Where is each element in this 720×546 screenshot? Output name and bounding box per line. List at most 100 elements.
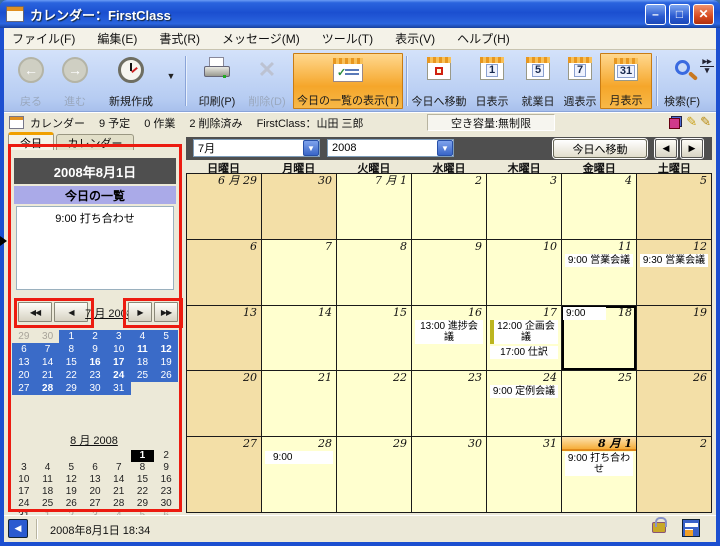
mini-day[interactable]: 7 bbox=[107, 462, 131, 474]
mini-day[interactable]: 22 bbox=[59, 369, 83, 382]
calendar-cell[interactable]: 22 bbox=[337, 371, 412, 437]
mini-day[interactable]: 23 bbox=[154, 486, 178, 498]
close-button[interactable]: ✕ bbox=[693, 4, 714, 25]
signature-pencil-icon[interactable]: ✎ bbox=[700, 114, 711, 130]
calendar-cell[interactable]: 129:30 営業会議 bbox=[637, 240, 711, 306]
mini-day[interactable]: 30 bbox=[36, 330, 60, 343]
mini-day[interactable]: 29 bbox=[131, 498, 155, 510]
mini-day[interactable]: 27 bbox=[83, 498, 107, 510]
mini-day[interactable]: 17 bbox=[107, 356, 131, 369]
pages-icon[interactable] bbox=[669, 116, 682, 129]
calendar-cell[interactable]: 26 bbox=[637, 371, 711, 437]
calendar-cell[interactable]: 8 bbox=[337, 240, 412, 306]
mini-day[interactable]: 28 bbox=[36, 382, 60, 395]
work-days-button[interactable]: 5 就業日 bbox=[516, 53, 560, 109]
mini-day[interactable]: 7 bbox=[36, 343, 60, 356]
tab-calendar[interactable]: カレンダー bbox=[56, 134, 134, 150]
calendar-cell[interactable]: 14 bbox=[262, 306, 337, 372]
event[interactable]: 12:00 企画会議 bbox=[490, 320, 558, 344]
mini-day[interactable]: 18 bbox=[36, 486, 60, 498]
mini-day[interactable]: 19 bbox=[154, 356, 178, 369]
maximize-button[interactable]: □ bbox=[669, 4, 690, 25]
mini-day[interactable]: 9 bbox=[154, 462, 178, 474]
mini-day[interactable]: 11 bbox=[36, 474, 60, 486]
calendar-cell[interactable]: 30 bbox=[262, 174, 337, 240]
mini-day[interactable]: 15 bbox=[59, 356, 83, 369]
new-document-button[interactable]: 新規作成 bbox=[100, 53, 162, 109]
menu-item[interactable]: ツール(T) bbox=[322, 30, 373, 47]
mini-day[interactable]: 24 bbox=[107, 369, 131, 382]
mini-day[interactable]: 15 bbox=[131, 474, 155, 486]
mini-day[interactable]: 26 bbox=[154, 369, 178, 382]
calendar-cell[interactable]: 9 bbox=[412, 240, 487, 306]
mini-prev-year-button[interactable]: ◀◀ bbox=[18, 302, 52, 322]
event[interactable]: 9:00 定例会議 bbox=[490, 385, 558, 398]
mini-day[interactable]: 16 bbox=[154, 474, 178, 486]
tab-today[interactable]: 今日 bbox=[8, 132, 54, 150]
event[interactable]: 9:00 打ち合わせ bbox=[565, 452, 633, 476]
event[interactable]: 9:00 bbox=[563, 307, 606, 320]
panel-toggle-icon[interactable]: ◀ bbox=[8, 519, 28, 538]
mini-day[interactable]: 4 bbox=[131, 330, 155, 343]
calendar-cell[interactable]: 4 bbox=[562, 174, 637, 240]
calendar-cell[interactable]: 1613:00 進捗会議 bbox=[412, 306, 487, 372]
mini-day[interactable]: 29 bbox=[59, 382, 83, 395]
mini-day[interactable]: 22 bbox=[131, 486, 155, 498]
month-view-button[interactable]: 31 月表示 bbox=[600, 53, 652, 109]
mini-day[interactable]: 1 bbox=[131, 450, 155, 462]
toolbar-overflow-chevron[interactable]: ▸▸▾ bbox=[700, 58, 714, 74]
mini-day[interactable]: 11 bbox=[131, 343, 155, 356]
mini-day[interactable]: 5 bbox=[154, 330, 178, 343]
calendar-cell[interactable]: 25 bbox=[562, 371, 637, 437]
mini-day[interactable]: 14 bbox=[36, 356, 60, 369]
mini-day[interactable]: 23 bbox=[83, 369, 107, 382]
calendar-cell[interactable]: 21 bbox=[262, 371, 337, 437]
menu-item[interactable]: ファイル(F) bbox=[12, 30, 75, 47]
mini-day[interactable]: 2 bbox=[154, 450, 178, 462]
today-list-button[interactable]: ✓ 今日の一覧の表示(T) bbox=[293, 53, 403, 109]
today-event-list[interactable]: 9:00 打ち合わせ bbox=[16, 206, 174, 290]
back-button[interactable]: ← 戻る bbox=[10, 53, 52, 109]
event[interactable]: 13:00 進捗会議 bbox=[415, 320, 483, 344]
panel-collapse-arrow-icon[interactable] bbox=[0, 236, 7, 246]
mini-day[interactable]: 5 bbox=[59, 462, 83, 474]
calendar-cell[interactable]: 23 bbox=[412, 371, 487, 437]
event[interactable]: 9:00 bbox=[265, 451, 333, 464]
title-bar[interactable]: カレンダー：FirstClass – □ ✕ bbox=[0, 0, 720, 28]
mini-day[interactable]: 16 bbox=[83, 356, 107, 369]
mini-day[interactable]: 21 bbox=[36, 369, 60, 382]
mini-day[interactable]: 19 bbox=[59, 486, 83, 498]
mini-day[interactable]: 17 bbox=[12, 486, 36, 498]
print-button[interactable]: 印刷(P) bbox=[192, 53, 242, 109]
mini-day[interactable]: 28 bbox=[107, 498, 131, 510]
calendar-cell[interactable]: 2 bbox=[412, 174, 487, 240]
prev-month-button[interactable]: ◀ bbox=[655, 139, 677, 158]
mini-day[interactable]: 27 bbox=[12, 382, 36, 395]
calendar-cell[interactable]: 13 bbox=[187, 306, 262, 372]
calendar-cell[interactable]: 8 月 19:00 打ち合わせ bbox=[562, 437, 637, 512]
calendar-cell[interactable]: 29 bbox=[337, 437, 412, 512]
event[interactable]: 9:00 営業会議 bbox=[565, 254, 633, 267]
event[interactable]: 17:00 仕訳 bbox=[490, 346, 558, 359]
mini-day[interactable]: 6 bbox=[83, 462, 107, 474]
search-button[interactable]: 検索(F) bbox=[660, 53, 704, 109]
minimize-button[interactable]: – bbox=[645, 4, 666, 25]
calendar-cell[interactable]: 249:00 定例会議 bbox=[487, 371, 562, 437]
chevron-down-icon[interactable]: ▼ bbox=[437, 140, 453, 156]
pencil-icon[interactable]: ✎ bbox=[686, 114, 697, 130]
event[interactable]: 9:30 営業会議 bbox=[640, 254, 708, 267]
new-document-dropdown[interactable]: ▼ bbox=[162, 53, 178, 109]
delete-button[interactable]: ✕ 削除(D) bbox=[244, 53, 290, 109]
mini-day[interactable]: 2 bbox=[83, 330, 107, 343]
calendar-cell[interactable]: 189:00 bbox=[562, 306, 637, 372]
calendar-cell[interactable]: 1712:00 企画会議17:00 仕訳 bbox=[487, 306, 562, 372]
calendar-cell[interactable]: 7 bbox=[262, 240, 337, 306]
mini-day[interactable]: 20 bbox=[12, 369, 36, 382]
mini-day[interactable]: 3 bbox=[107, 330, 131, 343]
mini-day[interactable]: 21 bbox=[107, 486, 131, 498]
mini-day[interactable]: 29 bbox=[12, 330, 36, 343]
calendar-cell[interactable]: 2 bbox=[637, 437, 711, 512]
mini-day[interactable]: 9 bbox=[83, 343, 107, 356]
mini-day[interactable]: 20 bbox=[83, 486, 107, 498]
mini-day[interactable]: 10 bbox=[12, 474, 36, 486]
